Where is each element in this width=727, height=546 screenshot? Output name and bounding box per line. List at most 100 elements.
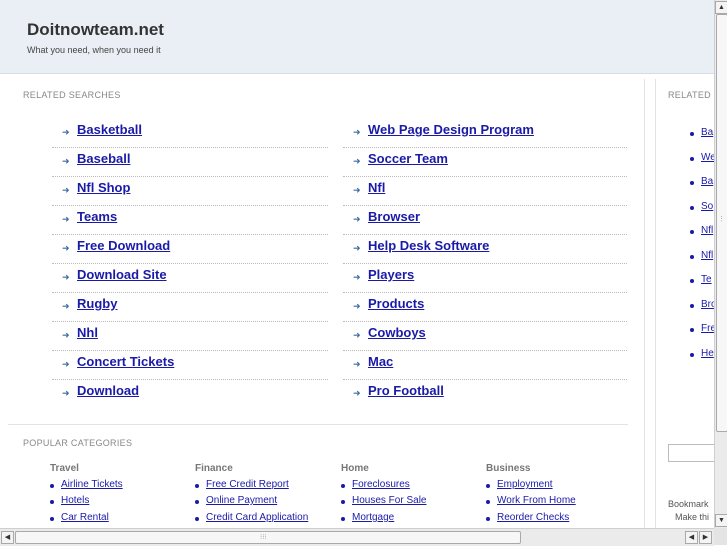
bullet-icon xyxy=(50,484,54,488)
related-link[interactable]: Nfl Shop xyxy=(77,180,130,195)
category-link[interactable]: Foreclosures xyxy=(352,479,410,490)
right-arrow-icon: ➜ xyxy=(353,214,361,224)
popular-categories-label: POPULAR CATEGORIES xyxy=(23,438,133,448)
category-title: Home xyxy=(341,463,369,474)
divider xyxy=(343,176,627,177)
divider xyxy=(52,263,328,264)
right-arrow-icon: ➜ xyxy=(353,388,361,398)
related-link[interactable]: Download xyxy=(77,383,139,398)
category-title: Business xyxy=(486,463,531,474)
category-link[interactable]: Online Payment xyxy=(206,495,277,506)
related-link[interactable]: Soccer Team xyxy=(368,151,448,166)
bullet-icon xyxy=(486,517,490,521)
related-link[interactable]: Rugby xyxy=(77,296,117,311)
sidebar-link[interactable]: So xyxy=(701,201,713,212)
site-header: Doitnowteam.net What you need, when you … xyxy=(0,0,714,74)
category-link[interactable]: Credit Card Application xyxy=(206,512,308,523)
right-arrow-icon: ➜ xyxy=(353,359,361,369)
horizontal-scroll-thumb[interactable]: ⁝⁝⁝ xyxy=(15,531,521,544)
sidebar-link[interactable]: We xyxy=(701,152,715,163)
related-link[interactable]: Teams xyxy=(77,209,117,224)
divider xyxy=(52,176,328,177)
related-link[interactable]: Nhl xyxy=(77,325,98,340)
bullet-icon xyxy=(195,517,199,521)
category-link[interactable]: Hotels xyxy=(61,495,89,506)
bullet-icon xyxy=(690,206,694,210)
bookmark-text[interactable]: Bookmark xyxy=(668,499,709,509)
related-link[interactable]: Free Download xyxy=(77,238,170,253)
bullet-icon xyxy=(341,484,345,488)
divider xyxy=(52,147,328,148)
category-link[interactable]: Mortgage xyxy=(352,512,394,523)
scroll-down-button[interactable]: ▼ xyxy=(715,514,727,527)
right-arrow-icon: ➜ xyxy=(353,156,361,166)
main-content: RELATED SEARCHES ➜ Basketball ➜ Baseball ➜… xyxy=(8,79,645,537)
sidebar-link[interactable]: Nfl xyxy=(701,250,713,261)
bullet-icon xyxy=(690,132,694,136)
scroll-up-button[interactable]: ▲ xyxy=(715,1,727,14)
related-link[interactable]: Download Site xyxy=(77,267,167,282)
related-link[interactable]: Web Page Design Program xyxy=(368,122,534,137)
related-link[interactable]: Nfl xyxy=(368,180,385,195)
scroll-left-button-end[interactable]: ◀ xyxy=(685,531,698,544)
grip-icon: ⁝⁝⁝ xyxy=(260,534,267,541)
related-link[interactable]: Basketball xyxy=(77,122,142,137)
bullet-icon xyxy=(486,500,490,504)
category-link[interactable]: Employment xyxy=(497,479,553,490)
category-link[interactable]: Free Credit Report xyxy=(206,479,289,490)
related-link[interactable]: Cowboys xyxy=(368,325,426,340)
make-homepage-text[interactable]: Make thi xyxy=(675,512,709,522)
bullet-icon xyxy=(50,517,54,521)
category-link[interactable]: Airline Tickets xyxy=(61,479,123,490)
divider xyxy=(343,205,627,206)
related-link[interactable]: Concert Tickets xyxy=(77,354,174,369)
sidebar-link[interactable]: Te xyxy=(701,274,712,285)
right-arrow-icon: ➜ xyxy=(353,185,361,195)
right-arrow-icon: ➜ xyxy=(353,127,361,137)
category-link[interactable]: Reorder Checks xyxy=(497,512,569,523)
sidebar-link[interactable]: Ba xyxy=(701,176,713,187)
bullet-icon xyxy=(690,255,694,259)
scroll-right-button[interactable]: ▶ xyxy=(699,531,712,544)
sidebar-label: RELATED xyxy=(668,90,711,100)
sidebar-link[interactable]: Nfl xyxy=(701,225,713,236)
divider xyxy=(343,321,627,322)
sidebar-link[interactable]: Ba xyxy=(701,127,713,138)
right-sidebar: RELATED Ba We Ba So Nfl Nfl Te Bro Fre H… xyxy=(655,79,715,537)
right-arrow-icon: ➜ xyxy=(353,330,361,340)
related-link[interactable]: Browser xyxy=(368,209,420,224)
site-title: Doitnowteam.net xyxy=(27,20,164,39)
horizontal-scrollbar[interactable]: ◀ ⁝⁝⁝ ◀ ▶ xyxy=(0,528,714,546)
sidebar-link[interactable]: Bro xyxy=(701,299,715,310)
bullet-icon xyxy=(690,328,694,332)
scroll-left-button[interactable]: ◀ xyxy=(1,531,14,544)
right-arrow-icon: ➜ xyxy=(62,272,70,282)
divider xyxy=(343,379,627,380)
category-link[interactable]: Work From Home xyxy=(497,495,576,506)
bullet-icon xyxy=(341,517,345,521)
related-link[interactable]: Products xyxy=(368,296,424,311)
scrollbar-corner xyxy=(714,528,727,545)
divider xyxy=(52,292,328,293)
bullet-icon xyxy=(690,230,694,234)
bullet-icon xyxy=(690,279,694,283)
related-link[interactable]: Help Desk Software xyxy=(368,238,489,253)
category-link[interactable]: Car Rental xyxy=(61,512,109,523)
right-arrow-icon: ➜ xyxy=(62,214,70,224)
bullet-icon xyxy=(690,157,694,161)
sidebar-link[interactable]: He xyxy=(701,348,714,359)
divider xyxy=(52,379,328,380)
related-link[interactable]: Pro Football xyxy=(368,383,444,398)
site-tagline: What you need, when you need it xyxy=(27,45,161,55)
vertical-scrollbar[interactable]: ▲ ⋮ ▼ xyxy=(714,0,727,528)
right-arrow-icon: ➜ xyxy=(62,156,70,166)
related-link[interactable]: Players xyxy=(368,267,414,282)
related-link[interactable]: Baseball xyxy=(77,151,130,166)
divider xyxy=(343,292,627,293)
sidebar-search-input[interactable] xyxy=(668,444,715,462)
related-link[interactable]: Mac xyxy=(368,354,393,369)
sidebar-link[interactable]: Fre xyxy=(701,323,715,334)
category-link[interactable]: Houses For Sale xyxy=(352,495,426,506)
vertical-scroll-thumb[interactable]: ⋮ xyxy=(716,14,727,432)
divider xyxy=(343,263,627,264)
